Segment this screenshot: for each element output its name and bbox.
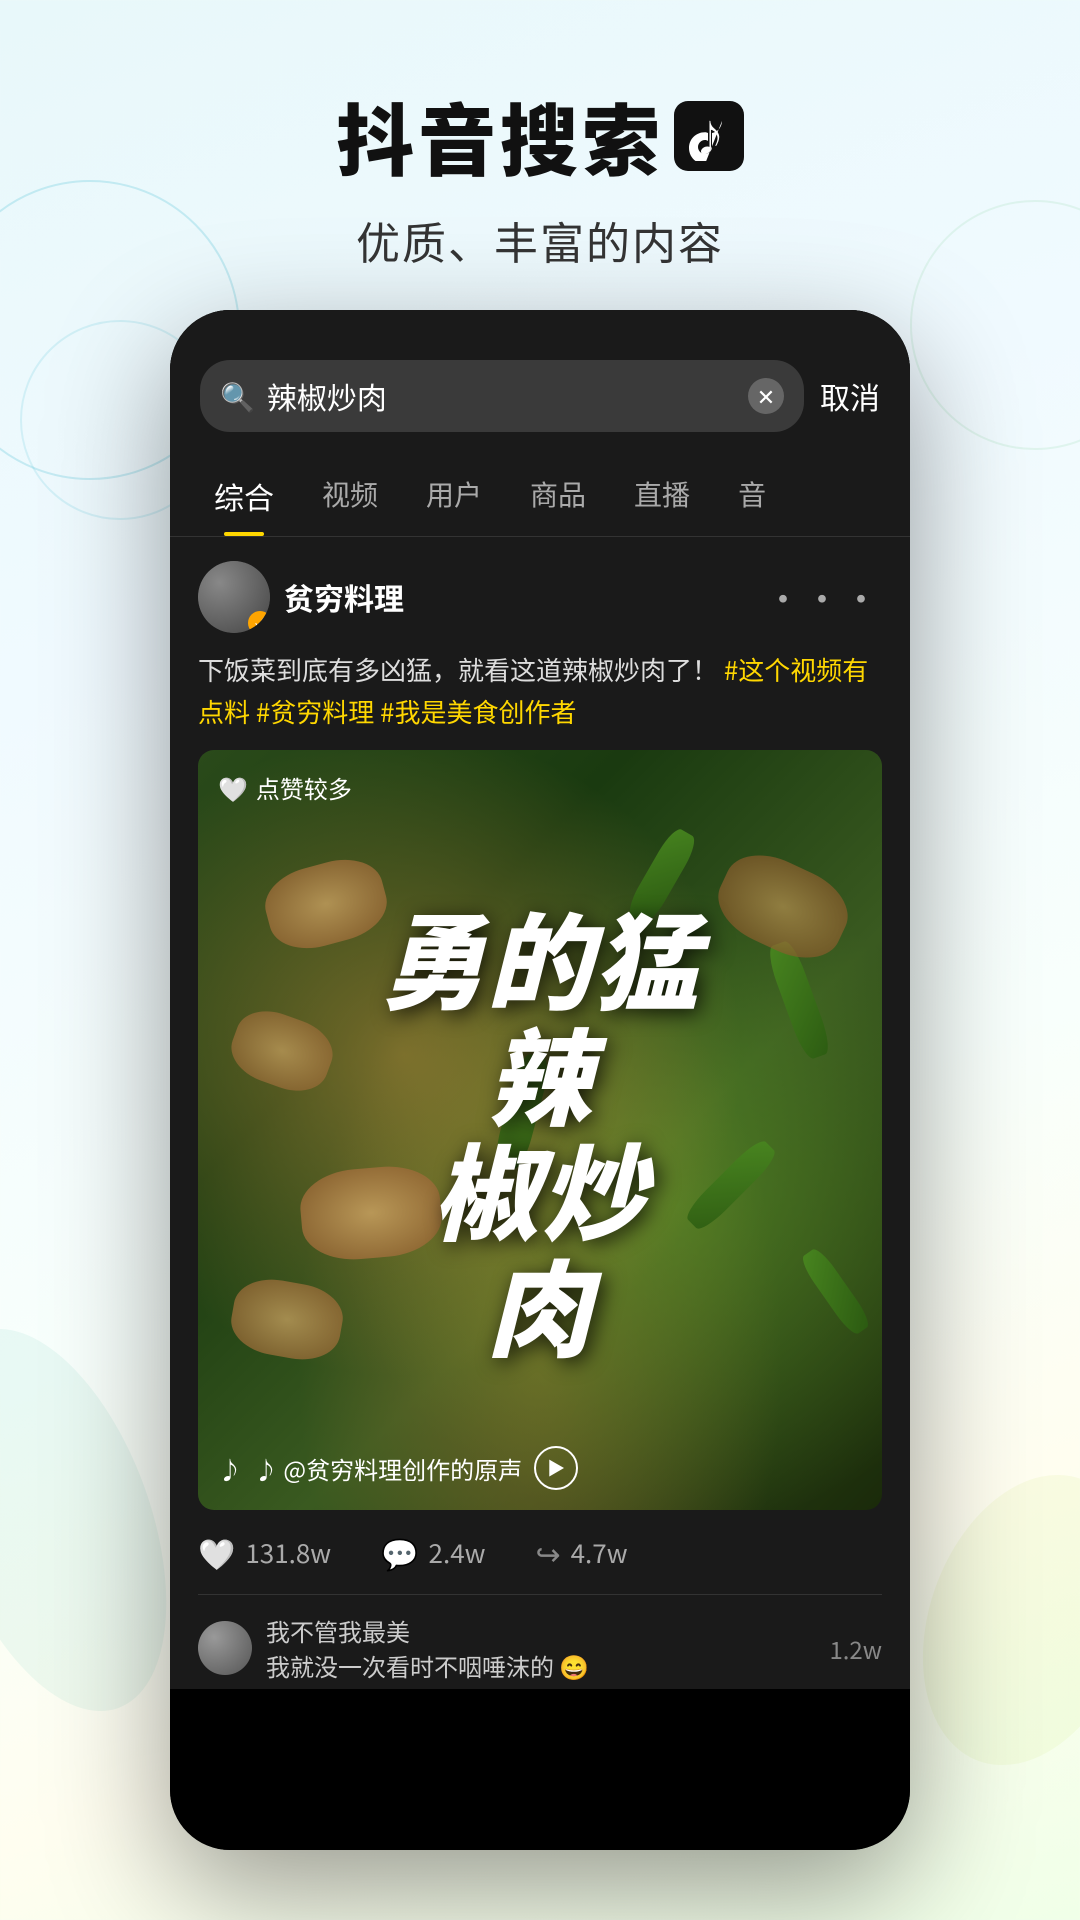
commenter-avatar [198, 1621, 252, 1675]
music-note-icon: ♪ [218, 1451, 242, 1486]
app-title: 抖音搜索 [336, 80, 664, 192]
shares-stat[interactable]: ↪ 4.7w [535, 1530, 627, 1574]
comment-count: 1.2w [829, 1631, 882, 1666]
share-icon: ↪ [535, 1530, 560, 1574]
tab-user[interactable]: 用户 [402, 456, 506, 536]
phone-mockup: 🔍 辣椒炒肉 ✕ 取消 综合 视频 用户 商品 [170, 310, 910, 1850]
comments-count: 2.4w [429, 1534, 486, 1571]
audio-bar: ♪ ♪ @贫穷料理创作的原声 ▶ [218, 1446, 578, 1490]
more-options-button[interactable]: ··· [765, 571, 882, 623]
avatar: ✓ [198, 561, 270, 633]
tiktok-logo-icon: ♪ [674, 101, 744, 171]
username: 贫穷料理 [284, 575, 404, 619]
video-big-text: 勇的猛辣椒炒肉 [379, 899, 700, 1361]
post-header: ✓ 贫穷料理 ··· [198, 561, 882, 633]
heart-icon: 🤍 [198, 1530, 235, 1574]
commenter-name: 我不管我最美 [266, 1613, 815, 1648]
comment-content: 我就没一次看时不咽唾沫的 😄 [266, 1648, 815, 1683]
tab-audio[interactable]: 音 [714, 456, 790, 536]
search-input-wrap[interactable]: 🔍 辣椒炒肉 ✕ [200, 360, 804, 432]
likes-stat[interactable]: 🤍 131.8w [198, 1530, 331, 1574]
phone-frame: 🔍 辣椒炒肉 ✕ 取消 综合 视频 用户 商品 [170, 310, 910, 1850]
tabs-row: 综合 视频 用户 商品 直播 音 [170, 456, 910, 537]
bg-decoration-blob2 [885, 1445, 1080, 1795]
hashtag-3[interactable]: #我是美食创作者 [380, 693, 576, 730]
search-icon: 🔍 [220, 376, 255, 416]
clear-search-button[interactable]: ✕ [748, 378, 784, 414]
play-button[interactable]: ▶ [534, 1446, 578, 1490]
tab-video[interactable]: 视频 [298, 456, 402, 536]
stats-row: 🤍 131.8w 💬 2.4w ↪ 4.7w [198, 1510, 882, 1594]
likes-count: 131.8w [245, 1534, 331, 1571]
shares-count: 4.7w [571, 1534, 628, 1571]
comment-icon: 💬 [381, 1530, 418, 1574]
search-query: 辣椒炒肉 [267, 374, 736, 418]
app-subtitle: 优质、丰富的内容 [0, 208, 1080, 272]
hashtag-2[interactable]: #贫穷料理 [256, 693, 374, 730]
audio-label: ♪ @贫穷料理创作的原声 [254, 1451, 522, 1486]
tab-live[interactable]: 直播 [610, 456, 714, 536]
verified-badge: ✓ [248, 611, 270, 633]
search-bar-container: 🔍 辣椒炒肉 ✕ 取消 [170, 310, 910, 456]
svg-text:♪: ♪ [692, 111, 728, 161]
tab-comprehensive[interactable]: 综合 [190, 456, 298, 536]
comments-stat[interactable]: 💬 2.4w [381, 1530, 485, 1574]
video-thumbnail[interactable]: 🤍 点赞较多 勇的猛辣椒炒肉 ♪ ♪ @贫穷料理创作的原声 ▶ [198, 750, 882, 1510]
post-card: ✓ 贫穷料理 ··· 下饭菜到底有多凶猛，就看这道辣椒炒肉了！ #这个视频有点料… [170, 537, 910, 1689]
video-text-overlay: 勇的猛辣椒炒肉 [198, 750, 882, 1510]
phone-screen: 🔍 辣椒炒肉 ✕ 取消 综合 视频 用户 商品 [170, 310, 910, 1850]
post-caption: 下饭菜到底有多凶猛，就看这道辣椒炒肉了！ #这个视频有点料 #贫穷料理 #我是美… [198, 649, 882, 732]
app-header: 抖音搜索 ♪ 优质、丰富的内容 [0, 0, 1080, 272]
comment-preview: 我不管我最美 我就没一次看时不咽唾沫的 😄 1.2w [198, 1594, 882, 1689]
tab-product[interactable]: 商品 [506, 456, 610, 536]
post-user[interactable]: ✓ 贫穷料理 [198, 561, 404, 633]
caption-text: 下饭菜到底有多凶猛，就看这道辣椒炒肉了！ [198, 651, 718, 688]
cancel-search-button[interactable]: 取消 [820, 374, 880, 418]
